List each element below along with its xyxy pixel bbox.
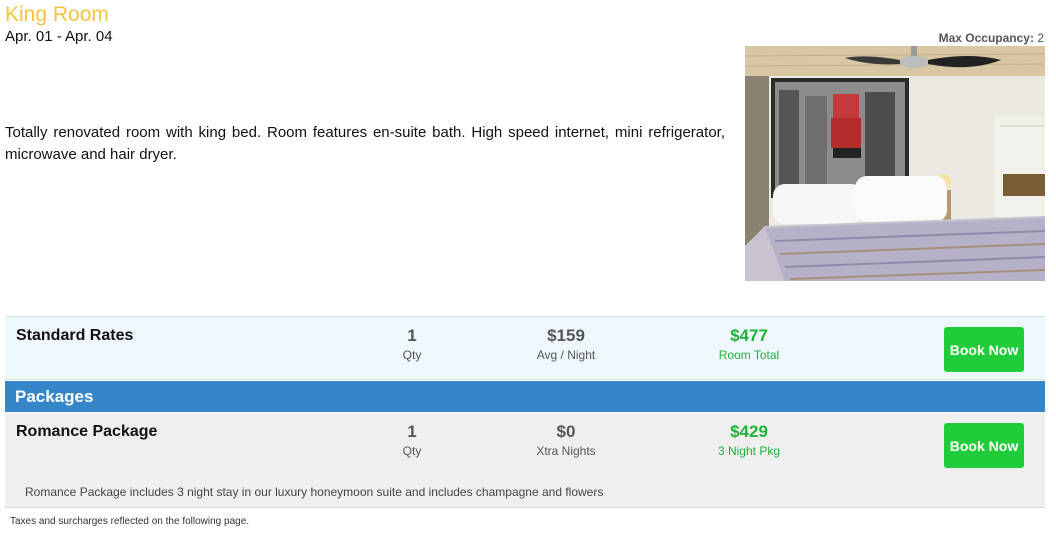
romance-extra-label: Xtra Nights — [536, 444, 596, 458]
standard-qty: 1 Qty — [342, 326, 482, 362]
romance-extra-nights: $0 Xtra Nights — [496, 422, 636, 458]
standard-rates-row: Standard Rates 1 Qty $159 Avg / Night $4… — [5, 316, 1045, 380]
max-occupancy-label: Max Occupancy: — [938, 31, 1034, 45]
standard-qty-label: Qty — [402, 348, 422, 362]
standard-avg-label: Avg / Night — [536, 348, 596, 362]
standard-book-now-button[interactable]: Book Now — [944, 327, 1024, 372]
romance-total-label: 3 Night Pkg — [717, 444, 781, 458]
max-occupancy-value: 2 — [1037, 31, 1044, 45]
romance-package-name: Romance Package — [16, 423, 158, 440]
romance-book-now-button[interactable]: Book Now — [944, 423, 1024, 468]
room-photo — [745, 46, 1045, 281]
standard-avg: $159 Avg / Night — [496, 326, 636, 362]
romance-total-value: $429 — [730, 422, 768, 441]
romance-qty-value: 1 — [407, 422, 417, 441]
standard-avg-value: $159 — [547, 326, 585, 345]
packages-header: Packages — [5, 381, 1045, 412]
room-photo-illustration — [745, 46, 1045, 281]
romance-extra-value: $0 — [556, 422, 576, 441]
standard-qty-value: 1 — [407, 326, 417, 345]
room-title: King Room — [5, 3, 109, 26]
standard-total-label: Room Total — [718, 348, 780, 362]
packages-header-title: Packages — [15, 387, 94, 406]
standard-rates-name: Standard Rates — [16, 327, 134, 344]
stay-dates: Apr. 01 - Apr. 04 — [5, 28, 113, 45]
romance-qty-label: Qty — [402, 444, 422, 458]
standard-total: $477 Room Total — [679, 326, 819, 362]
romance-qty: 1 Qty — [342, 422, 482, 458]
room-description: Totally renovated room with king bed. Ro… — [5, 124, 725, 163]
max-occupancy: Max Occupancy: 2 — [939, 31, 1044, 45]
taxes-note: Taxes and surcharges reflected on the fo… — [10, 516, 250, 527]
romance-package-row: Romance Package 1 Qty $0 Xtra Nights $42… — [5, 413, 1045, 508]
romance-total: $429 3 Night Pkg — [679, 422, 819, 458]
standard-total-value: $477 — [730, 326, 768, 345]
romance-package-description: Romance Package includes 3 night stay in… — [25, 485, 604, 499]
